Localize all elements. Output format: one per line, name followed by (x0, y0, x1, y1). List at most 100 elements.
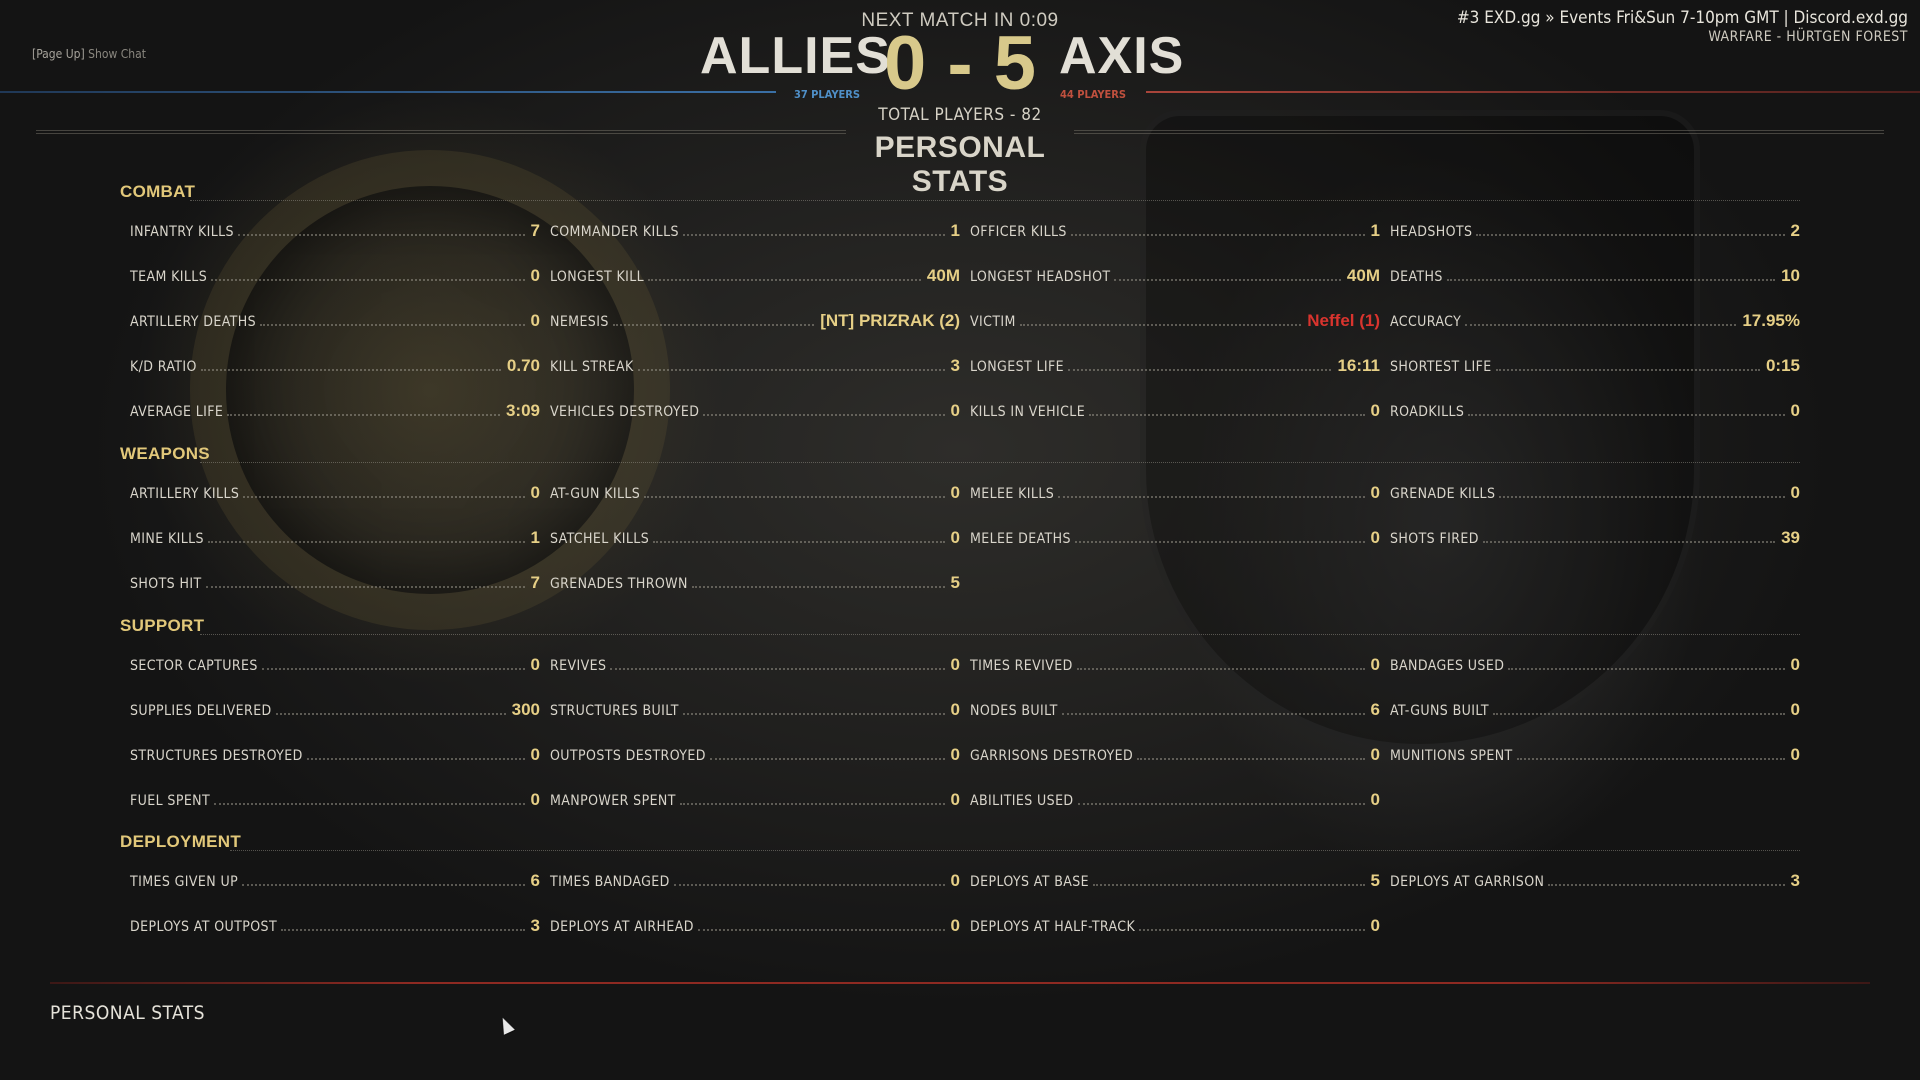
stat-label: SECTOR CAPTURES (130, 658, 258, 674)
stat-leader-dots (653, 541, 945, 543)
stat-label: ACCURACY (1390, 314, 1462, 330)
stat-value: 5 (1370, 871, 1380, 890)
stat-leader-dots (306, 758, 525, 760)
stat-row: TIMES REVIVED 0 (970, 653, 1380, 675)
stat-value: 0 (1370, 790, 1380, 809)
stat-row: ACCURACY 17.95% (1390, 309, 1800, 331)
stat-row: ARTILLERY DEATHS 0 (130, 309, 540, 331)
stat-label: COMMANDER KILLS (550, 224, 679, 240)
section-heading-support: SUPPORT (120, 616, 205, 635)
stat-label: STRUCTURES BUILT (550, 703, 679, 719)
stat-value: 0 (950, 483, 960, 502)
stat-label: OUTPOSTS DESTROYED (550, 748, 706, 764)
allies-player-count: 37 PLAYERS (793, 88, 860, 101)
stat-row: NODES BUILT 6 (970, 698, 1380, 720)
stat-leader-dots (637, 369, 945, 371)
stat-label: ABILITIES USED (970, 793, 1074, 809)
stat-label: DEPLOYS AT OUTPOST (130, 919, 278, 935)
section-heading-combat: COMBAT (120, 182, 196, 201)
stat-value: 300 (511, 700, 540, 719)
stat-label: SHORTEST LIFE (1390, 359, 1492, 375)
stat-label: LONGEST KILL (550, 269, 645, 285)
title-rule-left (36, 130, 846, 134)
stat-label: VICTIM (970, 314, 1016, 330)
stat-row: REVIVES 0 (550, 653, 960, 675)
stat-value: 0 (1790, 655, 1800, 674)
stat-label: VEHICLES DESTROYED (550, 404, 700, 420)
stat-value: 3 (1790, 871, 1800, 890)
stat-leader-dots (1499, 496, 1785, 498)
stat-leader-dots (703, 414, 945, 416)
stat-label: GRENADES THROWN (550, 576, 688, 592)
stat-row: MINE KILLS 1 (130, 526, 540, 548)
stat-value: 40M (1346, 266, 1380, 285)
stat-label: AT-GUN KILLS (550, 486, 641, 502)
stat-row: ABILITIES USED 0 (970, 788, 1380, 810)
stat-leader-dots (1508, 668, 1785, 670)
mouse-cursor-icon (497, 1015, 515, 1035)
stat-leader-dots (1495, 369, 1760, 371)
stat-label: OFFICER KILLS (970, 224, 1067, 240)
stat-row: VICTIM Neffel (1) (970, 309, 1380, 331)
stat-row: DEPLOYS AT GARRISON 3 (1390, 869, 1800, 891)
section-divider (190, 200, 1800, 201)
stat-value: 0 (950, 528, 960, 547)
stat-leader-dots (648, 279, 921, 281)
stat-leader-dots (207, 541, 525, 543)
show-chat-hint[interactable]: [Page Up] Show Chat (32, 47, 146, 61)
stat-row: SHOTS FIRED 39 (1390, 526, 1800, 548)
section-heading-weapons: WEAPONS (120, 444, 210, 463)
server-name: #3 EXD.gg » Events Fri&Sun 7-10pm GMT | … (1456, 8, 1908, 28)
stat-leader-dots (673, 884, 945, 886)
stat-label: DEATHS (1390, 269, 1443, 285)
stat-value: 0 (950, 401, 960, 420)
stat-leader-dots (1076, 668, 1365, 670)
stat-label: TIMES BANDAGED (550, 874, 670, 890)
stat-leader-dots (1465, 324, 1737, 326)
stat-leader-dots (1019, 324, 1302, 326)
stat-value: 0 (950, 871, 960, 890)
stat-label: SUPPLIES DELIVERED (130, 703, 272, 719)
stat-value: 0 (950, 655, 960, 674)
stat-label: DEPLOYS AT GARRISON (1390, 874, 1545, 890)
stat-leader-dots (275, 713, 506, 715)
stat-leader-dots (691, 586, 945, 588)
section-divider (200, 634, 1800, 635)
stat-value: 6 (1370, 700, 1380, 719)
stat-row: BANDAGES USED 0 (1390, 653, 1800, 675)
stat-value: Neffel (1) (1307, 311, 1380, 330)
stat-row: HEADSHOTS 2 (1390, 219, 1800, 241)
stat-label: SHOTS FIRED (1390, 531, 1479, 547)
stat-row: KILL STREAK 3 (550, 354, 960, 376)
stat-leader-dots (679, 803, 945, 805)
stat-leader-dots (644, 496, 945, 498)
stat-row: TEAM KILLS 0 (130, 264, 540, 286)
stat-value: 0 (1370, 745, 1380, 764)
stat-label: FUEL SPENT (130, 793, 211, 809)
stat-leader-dots (1516, 758, 1785, 760)
stat-value: 0 (950, 745, 960, 764)
stat-value: 0 (1790, 745, 1800, 764)
stat-leader-dots (1492, 713, 1785, 715)
stat-row: STRUCTURES BUILT 0 (550, 698, 960, 720)
stat-label: LONGEST LIFE (970, 359, 1064, 375)
stat-label: NODES BUILT (970, 703, 1058, 719)
stat-value: 40M (926, 266, 960, 285)
stat-row: TIMES BANDAGED 0 (550, 869, 960, 891)
stat-row: LONGEST HEADSHOT 40M (970, 264, 1380, 286)
stat-label: DEPLOYS AT BASE (970, 874, 1090, 890)
stat-leader-dots (281, 929, 525, 931)
stat-leader-dots (682, 713, 945, 715)
stat-label: STRUCTURES DESTROYED (130, 748, 303, 764)
map-name: WARFARE - HÜRTGEN FOREST (1708, 29, 1908, 45)
stat-leader-dots (1476, 234, 1785, 236)
stat-label: KILL STREAK (550, 359, 634, 375)
stat-label: GARRISONS DESTROYED (970, 748, 1134, 764)
stat-row: AT-GUN KILLS 0 (550, 481, 960, 503)
stat-label: NEMESIS (550, 314, 609, 330)
stat-value: 0 (1370, 655, 1380, 674)
stat-row: GARRISONS DESTROYED 0 (970, 743, 1380, 765)
stat-label: MANPOWER SPENT (550, 793, 676, 809)
stat-label: SHOTS HIT (130, 576, 202, 592)
stat-row: MANPOWER SPENT 0 (550, 788, 960, 810)
